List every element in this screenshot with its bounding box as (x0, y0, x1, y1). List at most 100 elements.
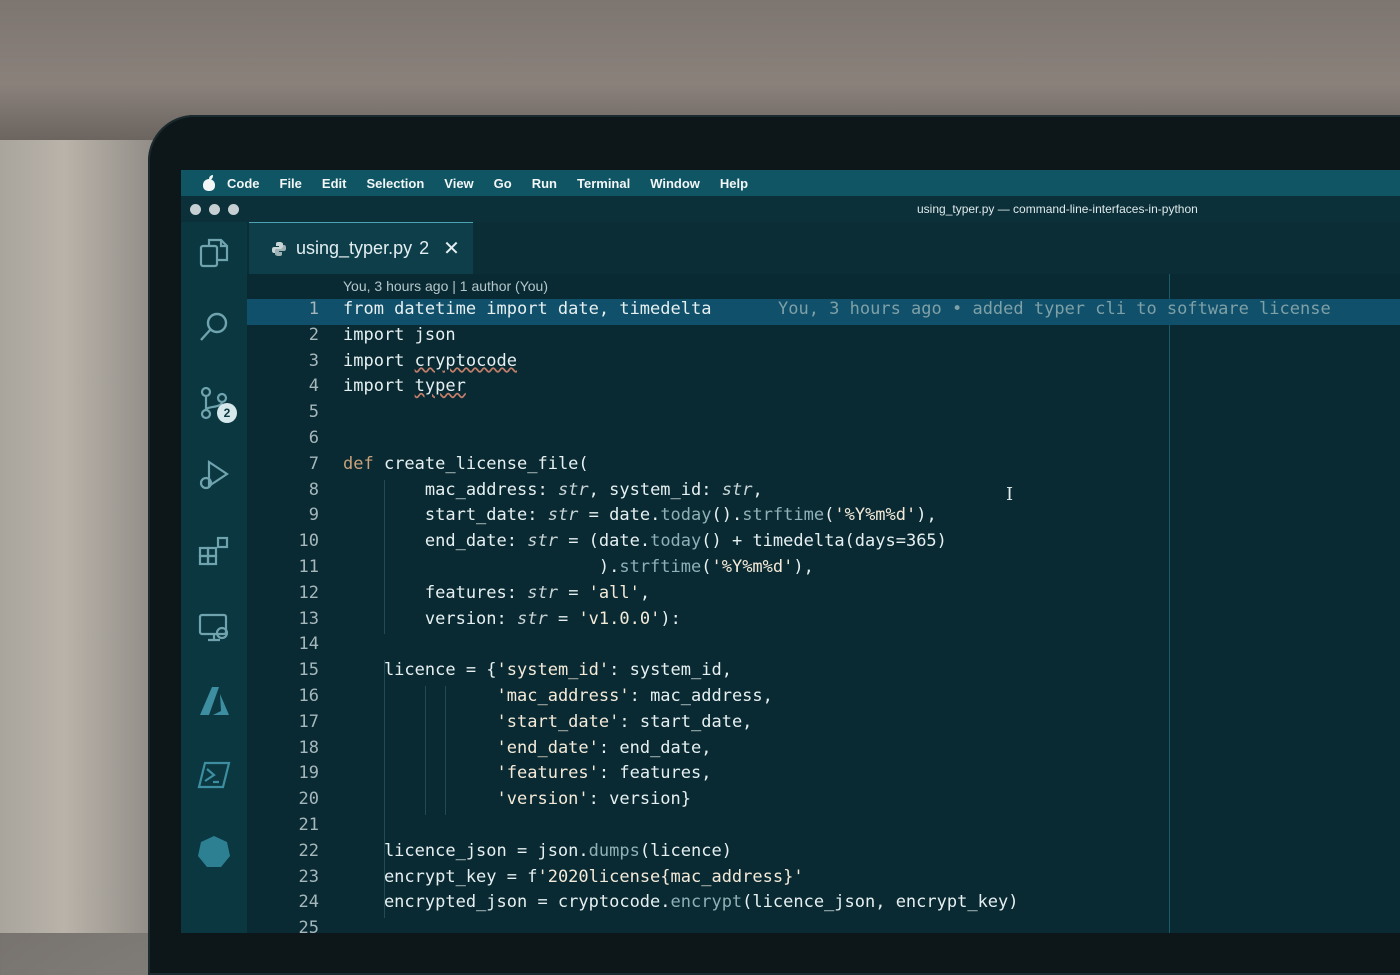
code-text: 'end_date': end_date, (496, 737, 712, 758)
line-number: 5 (308, 402, 319, 423)
code-text: 'mac_address': mac_address, (496, 686, 773, 706)
line-number: 4 (308, 376, 319, 397)
code-text: version: str = 'v1.0.0'): (343, 608, 681, 629)
code-text: licence = {'system_id': system_id, (343, 660, 732, 681)
indent-guide (384, 479, 385, 635)
code-text: 'start_date': start_date, (496, 711, 753, 732)
code-line[interactable]: 9 start_date: str = date.today().strftim… (247, 505, 1400, 531)
code-line[interactable]: 11 ).strftime('%Y%m%d'), (247, 557, 1400, 583)
code-line[interactable]: 2 import json (247, 325, 1400, 351)
line-number: 16 (298, 686, 319, 706)
remote-explorer-icon[interactable] (197, 610, 231, 644)
code-text: encrypted_json = cryptocode.encrypt(lice… (343, 892, 1019, 913)
menu-file[interactable]: File (280, 176, 302, 191)
explorer-icon[interactable] (197, 236, 231, 270)
code-line[interactable]: 1 from datetime import date, timedelta You… (247, 299, 1400, 325)
code-line[interactable]: 4 import typer (247, 376, 1400, 402)
line-number: 1 (308, 299, 319, 319)
indent-guide (425, 686, 426, 815)
code-line[interactable]: 8 mac_address: str, system_id: str, (247, 480, 1400, 506)
menu-code[interactable]: Code (227, 176, 260, 191)
kubernetes-icon[interactable] (197, 834, 231, 868)
code-text: import cryptocode (343, 350, 518, 371)
code-line[interactable]: 22 licence_json = json.dumps(licence) (247, 841, 1400, 867)
tab-filename: using_typer.py (296, 238, 413, 258)
code-text: features: str = 'all', (343, 582, 651, 603)
activity-bar: 2 (181, 222, 247, 933)
powershell-icon[interactable] (197, 758, 231, 792)
python-file-icon (272, 241, 286, 256)
code-line[interactable]: 21 (247, 815, 1400, 841)
code-line[interactable]: 7 def create_license_file( (247, 454, 1400, 480)
code-text: 'features': features, (496, 763, 712, 784)
code-line[interactable]: 17 'start_date': start_date, (247, 712, 1400, 738)
code-line[interactable]: 6 (247, 428, 1400, 454)
code-text: 'version': version} (496, 789, 692, 810)
code-line[interactable]: 12 features: str = 'all', (247, 583, 1400, 609)
menu-go[interactable]: Go (494, 176, 512, 191)
line-number: 21 (298, 815, 319, 835)
code-text: mac_address: str, system_id: str, (343, 479, 763, 500)
code-text: import json (343, 324, 456, 345)
extensions-icon[interactable] (197, 534, 231, 568)
line-number: 15 (298, 660, 319, 681)
azure-icon[interactable] (197, 684, 231, 718)
line-number: 19 (298, 763, 319, 784)
apple-logo-icon[interactable] (201, 175, 217, 191)
menu-view[interactable]: View (444, 176, 473, 191)
line-number: 14 (298, 634, 319, 655)
minimize-window-button[interactable] (209, 204, 220, 215)
maximize-window-button[interactable] (228, 204, 239, 215)
code-line[interactable]: 18 'end_date': end_date, (247, 738, 1400, 764)
line-number: 24 (298, 892, 319, 913)
line-number: 23 (298, 866, 319, 887)
code-line[interactable]: 5 (247, 402, 1400, 428)
line-number: 18 (298, 737, 319, 758)
line-number: 2 (308, 324, 319, 345)
tab-using-typer[interactable]: using_typer.py 2 ✕ (249, 222, 473, 274)
code-line[interactable]: 25 (247, 918, 1400, 933)
code-line[interactable]: 20 'version': version} (247, 789, 1400, 815)
line-number: 13 (298, 608, 319, 629)
code-line[interactable]: 14 (247, 634, 1400, 660)
code-line[interactable]: 23 encrypt_key = f'2020license{mac_addre… (247, 867, 1400, 893)
code-line[interactable]: 24 encrypted_json = cryptocode.encrypt(l… (247, 892, 1400, 918)
code-text: start_date: str = date.today().strftime(… (343, 505, 937, 526)
code-line[interactable]: 3 import cryptocode (247, 351, 1400, 377)
menu-edit[interactable]: Edit (322, 176, 347, 191)
code-text: ).strftime('%Y%m%d'), (343, 557, 814, 577)
background-blur-left (0, 140, 160, 933)
code-text: def create_license_file( (343, 453, 589, 474)
close-window-button[interactable] (190, 204, 201, 215)
run-debug-icon[interactable] (197, 458, 231, 492)
menu-window[interactable]: Window (650, 176, 700, 191)
codelens-authors[interactable]: You, 3 hours ago | 1 author (You) (343, 278, 548, 294)
line-number: 10 (298, 531, 319, 552)
code-text: end_date: str = (date.today() + timedelt… (343, 531, 947, 552)
menu-selection[interactable]: Selection (366, 176, 424, 191)
git-blame-annotation: You, 3 hours ago • added typer cli to so… (778, 299, 1331, 319)
line-number: 17 (298, 711, 319, 732)
text-cursor-icon: I (1006, 484, 1014, 505)
line-number: 25 (298, 918, 319, 933)
code-text: encrypt_key = f'2020license{mac_address}… (343, 866, 804, 887)
laptop-screen: Code File Edit Selection View Go Run Ter… (181, 170, 1400, 933)
search-icon[interactable] (197, 310, 231, 344)
indent-guide (445, 686, 446, 815)
menu-help[interactable]: Help (720, 176, 748, 191)
menu-terminal[interactable]: Terminal (577, 176, 630, 191)
code-line[interactable]: 15 licence = {'system_id': system_id, (247, 660, 1400, 686)
indent-guide (384, 660, 385, 919)
menu-run[interactable]: Run (532, 176, 557, 191)
code-editor[interactable]: You, 3 hours ago | 1 author (You) 1 from … (247, 274, 1400, 933)
line-number: 22 (298, 840, 319, 861)
line-number: 9 (308, 505, 319, 526)
code-line[interactable]: 16 'mac_address': mac_address, (247, 686, 1400, 712)
close-tab-icon[interactable]: ✕ (443, 236, 460, 261)
code-line[interactable]: 10 end_date: str = (date.today() + timed… (247, 531, 1400, 557)
line-number: 6 (308, 428, 319, 448)
line-number: 8 (308, 479, 319, 500)
mac-menubar: Code File Edit Selection View Go Run Ter… (181, 170, 1400, 196)
code-line[interactable]: 13 version: str = 'v1.0.0'): (247, 609, 1400, 635)
code-line[interactable]: 19 'features': features, (247, 763, 1400, 789)
